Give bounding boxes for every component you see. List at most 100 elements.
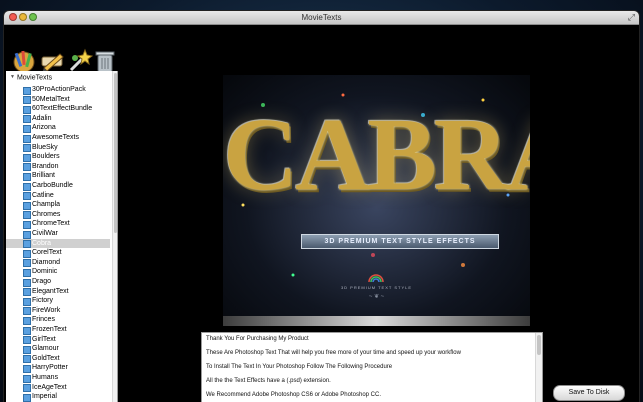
sidebar-item[interactable]: Boulders xyxy=(6,152,110,162)
sidebar-item[interactable]: FireWork xyxy=(6,306,110,316)
sidebar-item-label: Diamond xyxy=(32,258,61,266)
sidebar-item[interactable]: GirlText xyxy=(6,335,110,345)
sidebar-scrollbar[interactable] xyxy=(112,71,117,402)
sidebar-item[interactable]: IceAgeText xyxy=(6,383,110,393)
file-icon xyxy=(23,172,31,181)
file-icon xyxy=(23,240,31,249)
preview-ribbon: 3D PREMIUM TEXT STYLE EFFECTS xyxy=(301,234,499,249)
sidebar-item-label: FireWork xyxy=(32,306,61,314)
file-icon xyxy=(23,182,31,191)
file-icon xyxy=(23,288,31,297)
sidebar-item[interactable]: Dominic xyxy=(6,267,110,277)
sidebar-item-label: FrozenText xyxy=(32,326,67,333)
sidebar-item-label: AwesomeTexts xyxy=(32,134,79,141)
emblem-ornament: ~ ❦ ~ xyxy=(368,294,385,300)
sidebar-item-label: ChromeText xyxy=(32,220,70,228)
sidebar-item-label: CivilWar xyxy=(32,230,58,237)
sidebar-item[interactable]: Brilliant xyxy=(6,171,110,181)
sidebar-item[interactable]: AwesomeTexts xyxy=(6,133,110,143)
description-line: We Recommend Adobe Photoshop CS6 or Adob… xyxy=(206,392,381,398)
emblem-icon xyxy=(368,274,384,283)
sidebar-item[interactable]: Humans xyxy=(6,373,110,383)
sidebar-item-label: Catline xyxy=(32,191,54,199)
sidebar-item[interactable]: 50MetalText xyxy=(6,95,110,105)
sidebar-item[interactable]: CarboBundle xyxy=(6,181,110,191)
emblem-caption: 3D PREMIUM TEXT STYLE xyxy=(340,285,413,290)
sidebar-item[interactable]: Diamond xyxy=(6,258,110,268)
sidebar-item-label: Chromes xyxy=(32,210,61,218)
file-icon xyxy=(23,307,31,316)
file-icon xyxy=(23,230,31,239)
tree-root-label: MovieTexts xyxy=(16,74,52,82)
sidebar-outline[interactable]: ▼ MovieTexts 30ProActionPack 50MetalText 60… xyxy=(6,71,118,402)
file-icon xyxy=(23,249,31,258)
sidebar-item[interactable]: Frinces xyxy=(6,315,110,325)
description-scrollbar[interactable] xyxy=(535,333,542,402)
sidebar-scroll-thumb[interactable] xyxy=(114,73,117,233)
description-scroll-thumb[interactable] xyxy=(537,335,541,355)
sidebar-item[interactable]: Chromes xyxy=(6,210,110,220)
sidebar-item[interactable]: Brandon xyxy=(6,162,110,172)
file-icon xyxy=(23,105,31,114)
sidebar-item[interactable]: Drago xyxy=(6,277,110,287)
sidebar-item[interactable]: Arizona xyxy=(6,123,110,133)
file-icon xyxy=(23,364,31,373)
sidebar-item-label: Glamour xyxy=(32,345,59,353)
sidebar-item[interactable]: 60TextEffectBundle xyxy=(6,104,110,114)
file-icon xyxy=(23,336,31,345)
sidebar-item-label: CorelText xyxy=(32,249,62,257)
file-icon xyxy=(23,268,31,277)
file-icon xyxy=(23,316,31,325)
sidebar-item-label: Humans xyxy=(32,374,59,381)
sidebar-item-label: Brilliant xyxy=(32,172,55,180)
sidebar-item[interactable]: Catline xyxy=(6,191,110,201)
description-line: To Install The Text In Your Photoshop Fo… xyxy=(206,364,393,370)
description-line: All the the Text Effects have a (.psd) e… xyxy=(206,378,331,384)
description-line: These Are Photoshop Text That will help … xyxy=(206,350,461,356)
tree-root-movietexts[interactable]: ▼ MovieTexts xyxy=(10,72,52,83)
file-icon xyxy=(23,278,31,287)
sidebar-item-label: Adalin xyxy=(32,114,52,122)
sidebar-item[interactable]: 30ProActionPack xyxy=(6,85,110,95)
sidebar-item[interactable]: Adalin xyxy=(6,114,110,124)
file-icon xyxy=(23,192,31,201)
sidebar-item[interactable]: BlueSky xyxy=(6,143,110,153)
description-text-area[interactable]: Thank You For Purchasing My Product Thes… xyxy=(201,332,543,402)
file-icon xyxy=(23,345,31,354)
sidebar-item[interactable]: CorelText xyxy=(6,248,110,258)
file-icon xyxy=(23,86,31,95)
file-icon xyxy=(23,384,31,393)
sidebar-item[interactable]: FrozenText xyxy=(6,325,110,335)
sidebar-item-label: Dominic xyxy=(32,268,58,276)
fullscreen-icon[interactable]: ⤢ xyxy=(628,12,635,23)
sidebar-item-label: 50MetalText xyxy=(32,95,70,103)
file-icon xyxy=(23,115,31,124)
file-icon xyxy=(23,297,31,306)
file-icon xyxy=(23,153,31,162)
sidebar-item[interactable]: Champla xyxy=(6,200,110,210)
sidebar-item[interactable]: CivilWar xyxy=(6,229,110,239)
sidebar-item-label: Brandon xyxy=(32,162,59,170)
disclosure-triangle-icon[interactable]: ▼ xyxy=(10,72,15,83)
save-to-disk-button[interactable]: Save To Disk xyxy=(553,385,625,401)
sidebar-item[interactable]: Cobra xyxy=(6,238,110,249)
file-icon xyxy=(23,220,31,229)
sidebar-item[interactable]: ChromeText xyxy=(6,219,110,229)
sidebar-item-label: BlueSky xyxy=(32,143,58,151)
file-icon xyxy=(23,355,31,364)
file-icon xyxy=(23,163,31,172)
file-icon xyxy=(23,144,31,153)
preview-title-text: CABRA xyxy=(223,97,530,212)
sidebar-item[interactable]: Imperial xyxy=(6,392,110,402)
file-icon xyxy=(23,326,31,335)
sidebar-item[interactable]: GoldText xyxy=(6,354,110,364)
preview-image: CABRA 3D PREMIUM TEXT STYLE EFFECTS 3D P… xyxy=(223,75,530,316)
sidebar-item[interactable]: ElegantText xyxy=(6,287,110,297)
sidebar-item-label: Cobra xyxy=(32,239,52,247)
sidebar-item-label: GoldText xyxy=(32,354,60,362)
window-title: MovieTexts xyxy=(301,13,342,22)
sidebar-item[interactable]: HarryPotter xyxy=(6,363,110,373)
sidebar-item-label: 60TextEffectBundle xyxy=(32,105,93,113)
sidebar-item[interactable]: Glamour xyxy=(6,344,110,354)
sidebar-item[interactable]: Fictory xyxy=(6,296,110,306)
